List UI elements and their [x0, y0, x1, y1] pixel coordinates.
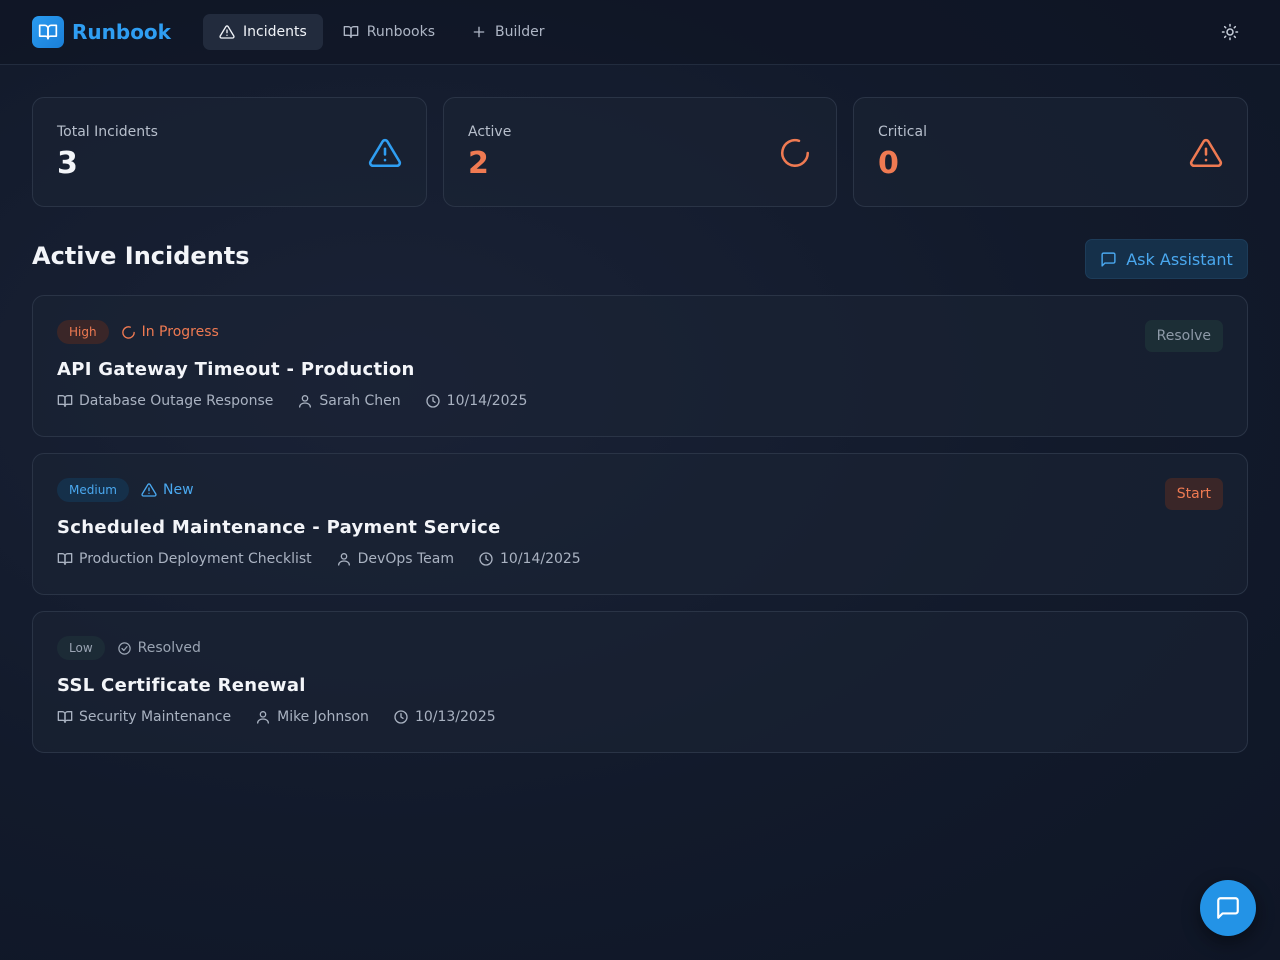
plus-icon	[473, 26, 485, 38]
sun-icon	[1221, 23, 1239, 41]
severity-badge: Low	[57, 636, 105, 660]
incident-title: SSL Certificate Renewal	[57, 675, 306, 696]
status-label: In Progress	[141, 324, 219, 340]
ask-assistant-label: Ask Assistant	[1126, 249, 1233, 269]
book-open-icon	[32, 16, 64, 48]
status-badge: In Progress	[121, 324, 219, 340]
incident-date: 10/13/2025	[414, 709, 496, 725]
nav-runbooks[interactable]: Runbooks	[327, 14, 451, 50]
stat-label: Total Incidents	[57, 124, 158, 140]
main-nav: Incidents Runbooks Builder	[203, 14, 565, 50]
incident-date: 10/14/2025	[500, 551, 581, 567]
message-square-icon	[1217, 897, 1239, 919]
incident-card[interactable]: Medium New Scheduled Maintenance - Payme…	[32, 453, 1248, 595]
incident-date: 10/14/2025	[446, 393, 528, 409]
loader-icon	[121, 325, 135, 339]
incident-title: Scheduled Maintenance - Payment Service	[57, 517, 501, 538]
stat-active: Active 2	[443, 97, 837, 207]
clock-icon	[479, 552, 493, 566]
incident-runbook: Security Maintenance	[79, 709, 232, 725]
check-circle-icon	[117, 641, 131, 655]
nav-label: Incidents	[243, 24, 307, 40]
alert-triangle-icon	[1189, 138, 1223, 168]
status-label: Resolved	[137, 640, 201, 656]
book-open-icon	[57, 711, 73, 723]
incident-assignee: Sarah Chen	[319, 393, 401, 409]
user-icon	[337, 553, 350, 566]
incident-runbook: Production Deployment Checklist	[79, 551, 312, 567]
incident-card[interactable]: High In Progress API Gateway Timeout - P…	[32, 295, 1248, 437]
incident-title: API Gateway Timeout - Production	[57, 359, 415, 380]
user-icon	[299, 395, 312, 408]
stat-value: 2	[468, 146, 489, 181]
theme-toggle-button[interactable]	[1216, 18, 1244, 46]
nav-label: Builder	[495, 24, 545, 40]
incident-assignee: Mike Johnson	[277, 709, 369, 725]
severity-badge: Medium	[57, 478, 129, 502]
nav-builder[interactable]: Builder	[455, 14, 561, 50]
nav-label: Runbooks	[366, 24, 436, 40]
severity-badge: High	[57, 320, 109, 344]
book-open-icon	[57, 395, 73, 407]
user-icon	[257, 711, 270, 724]
stat-value: 3	[57, 146, 78, 181]
alert-triangle-icon	[219, 25, 235, 39]
status-badge: Resolved	[117, 640, 201, 656]
status-badge: New	[141, 482, 194, 498]
stat-total-incidents: Total Incidents 3	[32, 97, 427, 207]
loader-icon	[781, 138, 810, 167]
stat-critical: Critical 0	[853, 97, 1248, 207]
start-button[interactable]: Start	[1164, 478, 1223, 510]
alert-triangle-icon	[368, 138, 402, 168]
incident-runbook: Database Outage Response	[79, 393, 274, 409]
status-label: New	[162, 482, 194, 498]
nav-incidents[interactable]: Incidents	[203, 14, 323, 50]
resolve-button[interactable]: Resolve	[1144, 320, 1223, 352]
book-open-icon	[57, 553, 73, 565]
message-square-icon	[1101, 251, 1116, 267]
app-name: Runbook	[72, 20, 171, 44]
clock-icon	[394, 710, 408, 724]
section-title: Active Incidents	[32, 242, 250, 270]
alert-triangle-icon	[141, 483, 157, 497]
ask-assistant-button[interactable]: Ask Assistant	[1085, 239, 1248, 279]
chat-fab-button[interactable]	[1200, 880, 1256, 936]
stat-value: 0	[878, 146, 899, 181]
book-open-icon	[343, 26, 359, 38]
incident-assignee: DevOps Team	[357, 551, 454, 567]
top-bar: Runbook Incidents Runbooks Builder	[0, 0, 1280, 65]
stat-label: Active	[468, 124, 512, 140]
clock-icon	[426, 394, 440, 408]
incident-card[interactable]: Low Resolved SSL Certificate Renewal Sec…	[32, 611, 1248, 753]
app-logo[interactable]: Runbook	[32, 16, 171, 48]
stat-label: Critical	[878, 124, 927, 140]
